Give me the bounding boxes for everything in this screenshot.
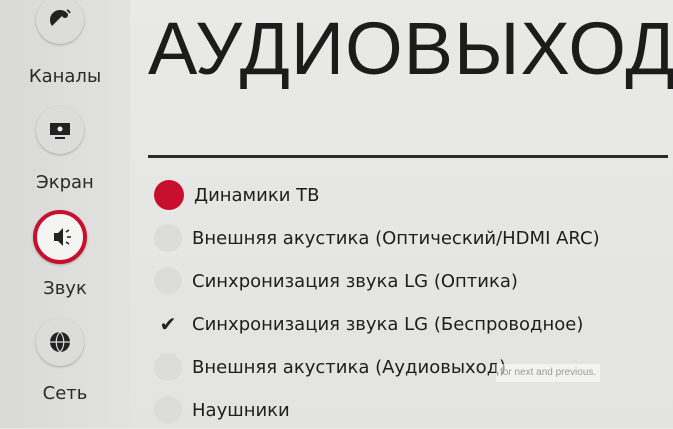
radio-icon <box>154 224 182 252</box>
title-divider <box>148 155 668 158</box>
radio-icon <box>154 396 182 424</box>
option-label: Динамики ТВ <box>194 184 320 206</box>
settings-sidebar: Каналы Экран Звук Сеть <box>0 0 130 428</box>
hint-tooltip: for next and previous. <box>496 364 601 382</box>
speaker-icon <box>33 210 87 264</box>
sidebar-item-label: Звук <box>43 278 87 299</box>
checkmark-icon: ✔ <box>159 312 177 336</box>
radio-icon <box>154 353 182 381</box>
sidebar-item-label: Сеть <box>42 383 88 404</box>
option-label: Синхронизация звука LG (Беспроводное) <box>192 313 584 335</box>
option-label: Синхронизация звука LG (Оптика) <box>192 270 518 292</box>
option-external-optical-hdmi[interactable]: Внешняя акустика (Оптический/HDMI ARC) <box>150 219 650 257</box>
page-title: АУДИОВЫХОД <box>148 7 673 90</box>
option-label: Внешняя акустика (Оптический/HDMI ARC) <box>192 227 600 249</box>
option-lg-sound-sync-wireless[interactable]: ✔ Синхронизация звука LG (Беспроводное) <box>150 305 650 343</box>
sidebar-item-label: Экран <box>36 172 94 193</box>
sidebar-item-label: Каналы <box>28 66 102 87</box>
satellite-dish-icon <box>36 0 84 44</box>
globe-icon <box>36 318 84 366</box>
screen-icon <box>36 106 84 154</box>
option-label: Внешняя акустика (Аудиовыход) <box>192 356 507 378</box>
option-tv-speakers[interactable]: Динамики ТВ <box>150 176 650 214</box>
radio-icon <box>154 267 182 295</box>
option-headphones[interactable]: Наушники <box>150 391 650 429</box>
selected-radio-icon <box>154 180 184 210</box>
option-lg-sound-sync-optical[interactable]: Синхронизация звука LG (Оптика) <box>150 262 650 300</box>
option-label: Наушники <box>192 399 290 421</box>
